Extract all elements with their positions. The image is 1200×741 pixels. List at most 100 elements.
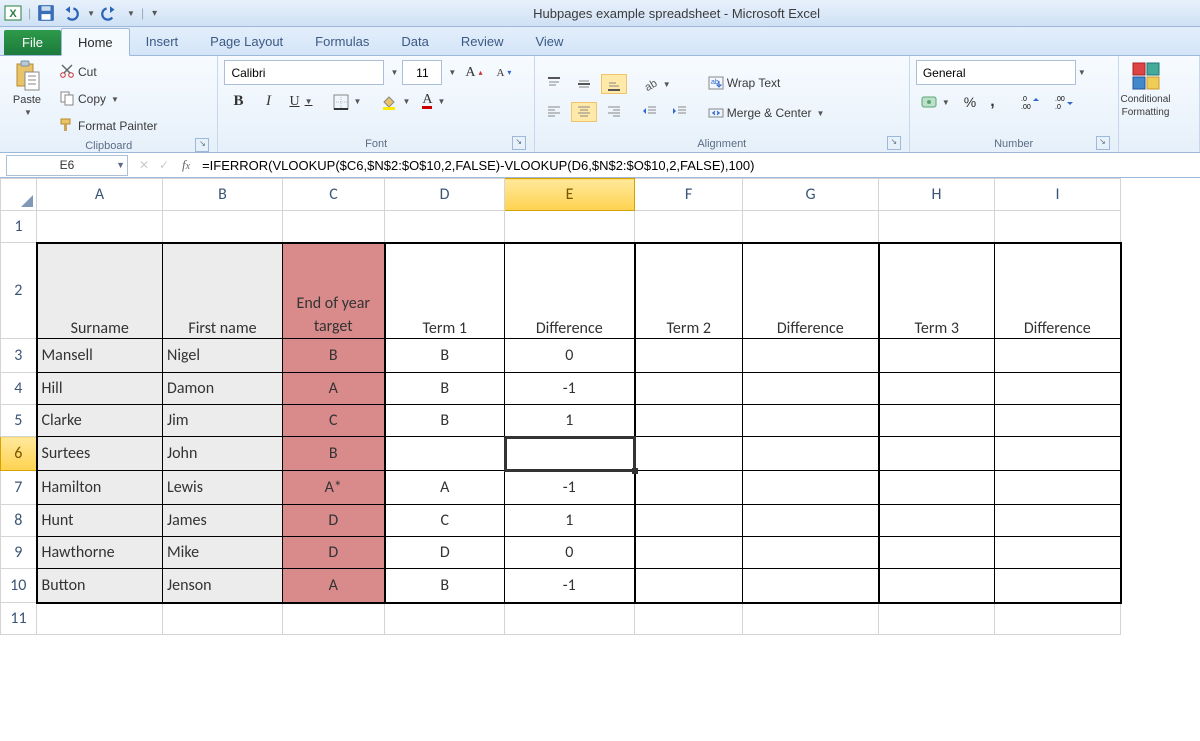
decrease-indent-button[interactable] bbox=[637, 102, 663, 122]
shrink-font-button[interactable]: A▾ bbox=[491, 65, 516, 81]
cell-H8[interactable] bbox=[879, 505, 995, 537]
wrap-text-button[interactable]: ab Wrap Text bbox=[703, 71, 830, 95]
cell-D6[interactable] bbox=[385, 437, 505, 471]
cell-H6[interactable] bbox=[879, 437, 995, 471]
cell-A1[interactable] bbox=[37, 211, 163, 243]
cell-G11[interactable] bbox=[743, 603, 879, 635]
cell-C11[interactable] bbox=[283, 603, 385, 635]
row-header-7[interactable]: 7 bbox=[1, 471, 37, 505]
row-header-4[interactable]: 4 bbox=[1, 373, 37, 405]
cell-H4[interactable] bbox=[879, 373, 995, 405]
cell-B2[interactable]: First name bbox=[163, 243, 283, 339]
col-header-I[interactable]: I bbox=[995, 179, 1121, 211]
copy-dropdown-icon[interactable]: ▼ bbox=[111, 95, 119, 104]
orientation-button[interactable]: ab▼ bbox=[637, 74, 693, 94]
tab-page-layout[interactable]: Page Layout bbox=[194, 28, 299, 55]
orientation-dropdown-icon[interactable]: ▼ bbox=[663, 80, 671, 89]
fill-color-dropdown-icon[interactable]: ▼ bbox=[402, 97, 410, 106]
cell-H9[interactable] bbox=[879, 537, 995, 569]
cell-B1[interactable] bbox=[163, 211, 283, 243]
cell-I10[interactable] bbox=[995, 569, 1121, 603]
decrease-decimal-button[interactable]: .00.0 bbox=[1050, 92, 1080, 112]
cell-I8[interactable] bbox=[995, 505, 1121, 537]
save-icon[interactable] bbox=[37, 4, 55, 22]
cell-H7[interactable] bbox=[879, 471, 995, 505]
tab-review[interactable]: Review bbox=[445, 28, 520, 55]
paste-dropdown-icon[interactable]: ▼ bbox=[24, 108, 32, 117]
cell-G3[interactable] bbox=[743, 339, 879, 373]
col-header-D[interactable]: D bbox=[385, 179, 505, 211]
number-format-combo[interactable] bbox=[916, 60, 1076, 85]
cell-D8[interactable]: C bbox=[385, 505, 505, 537]
formula-input[interactable] bbox=[198, 153, 1200, 177]
name-box[interactable]: E6 ▼ bbox=[6, 155, 128, 176]
tab-data[interactable]: Data bbox=[385, 28, 444, 55]
row-header-3[interactable]: 3 bbox=[1, 339, 37, 373]
cell-I4[interactable] bbox=[995, 373, 1121, 405]
cell-E8[interactable]: 1 bbox=[505, 505, 635, 537]
cell-C5[interactable]: C bbox=[283, 405, 385, 437]
cell-C7[interactable]: A* bbox=[283, 471, 385, 505]
cell-D10[interactable]: B bbox=[385, 569, 505, 603]
cell-D4[interactable]: B bbox=[385, 373, 505, 405]
cell-B8[interactable]: James bbox=[163, 505, 283, 537]
cell-D3[interactable]: B bbox=[385, 339, 505, 373]
undo-icon[interactable] bbox=[61, 4, 79, 22]
underline-dropdown-icon[interactable]: ▼ bbox=[305, 97, 313, 106]
cell-E7[interactable]: -1 bbox=[505, 471, 635, 505]
cell-A9[interactable]: Hawthorne bbox=[37, 537, 163, 569]
format-painter-button[interactable]: Format Painter bbox=[54, 114, 162, 138]
cell-F5[interactable] bbox=[635, 405, 743, 437]
cell-F6[interactable] bbox=[635, 437, 743, 471]
file-tab[interactable]: File bbox=[4, 30, 61, 55]
cell-I1[interactable] bbox=[995, 211, 1121, 243]
cell-B4[interactable]: Damon bbox=[163, 373, 283, 405]
col-header-C[interactable]: C bbox=[283, 179, 385, 211]
grow-font-button[interactable]: A▴ bbox=[460, 63, 487, 83]
col-header-B[interactable]: B bbox=[163, 179, 283, 211]
cell-F8[interactable] bbox=[635, 505, 743, 537]
fill-color-button[interactable]: ▼ bbox=[376, 92, 415, 112]
cell-A6[interactable]: Surtees bbox=[37, 437, 163, 471]
cell-I2[interactable]: Difference bbox=[995, 243, 1121, 339]
cell-C9[interactable]: D bbox=[283, 537, 385, 569]
cell-A4[interactable]: Hill bbox=[37, 373, 163, 405]
font-name-combo[interactable] bbox=[224, 60, 384, 85]
font-dialog-launcher-icon[interactable]: ↘ bbox=[512, 136, 526, 150]
row-header-2[interactable]: 2 bbox=[1, 243, 37, 339]
borders-dropdown-icon[interactable]: ▼ bbox=[354, 97, 362, 106]
cell-F10[interactable] bbox=[635, 569, 743, 603]
cell-F4[interactable] bbox=[635, 373, 743, 405]
cell-A3[interactable]: Mansell bbox=[37, 339, 163, 373]
cell-G1[interactable] bbox=[743, 211, 879, 243]
accounting-dropdown-icon[interactable]: ▼ bbox=[942, 98, 950, 107]
conditional-formatting-button[interactable]: Conditional Formatting bbox=[1125, 60, 1167, 118]
row-header-11[interactable]: 11 bbox=[1, 603, 37, 635]
cell-G2[interactable]: Difference bbox=[743, 243, 879, 339]
cell-E11[interactable] bbox=[505, 603, 635, 635]
align-left-button[interactable] bbox=[541, 102, 567, 122]
cell-E2[interactable]: Difference bbox=[505, 243, 635, 339]
accounting-format-button[interactable]: ▼ bbox=[916, 92, 955, 112]
cell-B6[interactable]: John bbox=[163, 437, 283, 471]
cell-C3[interactable]: B bbox=[283, 339, 385, 373]
cell-B11[interactable] bbox=[163, 603, 283, 635]
cell-E4[interactable]: -1 bbox=[505, 373, 635, 405]
cell-I11[interactable] bbox=[995, 603, 1121, 635]
redo-dropdown-icon[interactable]: ▼ bbox=[127, 9, 135, 18]
cell-A7[interactable]: Hamilton bbox=[37, 471, 163, 505]
cell-I9[interactable] bbox=[995, 537, 1121, 569]
merge-center-button[interactable]: Merge & Center ▼ bbox=[703, 101, 830, 125]
row-header-10[interactable]: 10 bbox=[1, 569, 37, 603]
cell-C6[interactable]: B bbox=[283, 437, 385, 471]
font-size-dropdown-icon[interactable]: ▼ bbox=[448, 68, 456, 77]
cut-button[interactable]: Cut bbox=[54, 60, 162, 84]
cell-H5[interactable] bbox=[879, 405, 995, 437]
cell-H2[interactable]: Term 3 bbox=[879, 243, 995, 339]
cell-C1[interactable] bbox=[283, 211, 385, 243]
cell-D1[interactable] bbox=[385, 211, 505, 243]
row-header-8[interactable]: 8 bbox=[1, 505, 37, 537]
cell-A11[interactable] bbox=[37, 603, 163, 635]
row-header-9[interactable]: 9 bbox=[1, 537, 37, 569]
cell-G6[interactable] bbox=[743, 437, 879, 471]
